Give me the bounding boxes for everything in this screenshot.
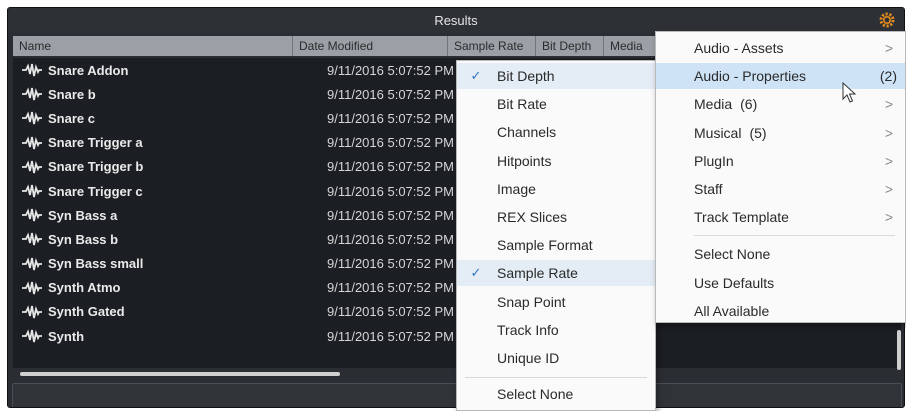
submenu-item-sample-format[interactable]: Sample Format: [457, 232, 655, 258]
audio-waveform-icon: [18, 111, 46, 125]
row-name: Snare b: [48, 86, 96, 102]
audio-waveform-icon: [18, 281, 46, 295]
submenu-item-channels[interactable]: Channels: [457, 119, 655, 145]
submenu-item-label: Unique ID: [497, 350, 560, 366]
audio-waveform-icon: [18, 136, 46, 150]
column-date-modified[interactable]: Date Modified: [293, 36, 448, 56]
chevron-right-icon: >: [884, 40, 893, 56]
audio-waveform-icon: [18, 257, 46, 271]
row-name: Snare Trigger b: [48, 159, 144, 175]
menu-item-audio-properties[interactable]: Audio - Properties (2): [656, 63, 905, 90]
chevron-right-icon: >: [884, 152, 893, 169]
menu-action-all-available[interactable]: All Available: [656, 298, 905, 324]
column-name[interactable]: Name: [13, 36, 293, 56]
vertical-scrollbar[interactable]: [897, 330, 901, 370]
menu-item-label: Staff: [694, 181, 723, 197]
row-name: Synth Atmo: [48, 280, 121, 296]
submenu-item-unique-id[interactable]: Unique ID: [457, 345, 655, 371]
submenu-item-label: Image: [497, 180, 536, 197]
title-bar: Results: [8, 8, 904, 33]
menu-item-label: Media (6): [694, 96, 758, 113]
menu-item-count: (6): [740, 96, 758, 113]
window-title: Results: [434, 13, 478, 28]
audio-waveform-icon: [18, 305, 46, 319]
column-bit-depth[interactable]: Bit Depth: [536, 36, 604, 56]
row-name: Snare c: [48, 110, 95, 126]
chevron-right-icon: >: [884, 96, 893, 113]
menu-item-plugin[interactable]: PlugIn >: [656, 148, 905, 174]
submenu-item-label: Snap Point: [497, 293, 566, 310]
menu-item-label: Track Template: [694, 209, 789, 226]
menu-item-label: Use Defaults: [694, 274, 775, 291]
submenu-item-image[interactable]: Image: [457, 176, 655, 202]
menu-action-use-defaults[interactable]: Use Defaults: [656, 270, 905, 296]
menu-item-audio-assets[interactable]: Audio - Assets >: [656, 35, 905, 61]
row-name: Syn Bass small: [48, 256, 144, 272]
submenu-item-label: Bit Rate: [497, 96, 547, 113]
audio-waveform-icon: [18, 160, 46, 174]
submenu-item-label: Hitpoints: [497, 152, 552, 169]
menu-item-label: Audio - Assets: [694, 40, 784, 56]
row-name: Snare Addon: [48, 62, 129, 78]
audio-waveform-icon: [18, 329, 46, 343]
checkmark-icon: ✓: [470, 265, 482, 281]
row-name: Snare Trigger c: [48, 183, 143, 199]
menu-item-musical[interactable]: Musical (5) >: [656, 120, 905, 146]
submenu-item-label: Track Info: [497, 321, 559, 338]
chevron-right-icon: >: [884, 181, 893, 197]
audio-waveform-icon: [18, 184, 46, 198]
properties-submenu: ✓ Bit Depth Bit Rate Channels Hitpoints Image…: [456, 60, 656, 411]
submenu-item-label: Sample Rate: [497, 265, 578, 282]
chevron-right-icon: >: [884, 209, 893, 226]
submenu-item-label: Channels: [497, 124, 557, 141]
submenu-item-rex-slices[interactable]: REX Slices: [457, 204, 655, 230]
submenu-item-hitpoints[interactable]: Hitpoints: [457, 148, 655, 174]
menu-item-track-template[interactable]: Track Template >: [656, 204, 905, 230]
chevron-right-icon: >: [884, 124, 893, 141]
audio-waveform-icon: [18, 208, 46, 222]
submenu-item-label: Sample Format: [497, 237, 593, 254]
submenu-item-track-info[interactable]: Track Info: [457, 317, 655, 343]
submenu-item-label: REX Slices: [497, 209, 568, 225]
audio-waveform-icon: [18, 87, 46, 101]
audio-waveform-icon: [18, 232, 46, 246]
row-name: Snare Trigger a: [48, 135, 143, 151]
menu-item-count: (5): [749, 124, 767, 141]
checkmark-icon: ✓: [470, 68, 482, 83]
submenu-item-label: Select None: [497, 386, 574, 403]
gear-icon[interactable]: [878, 11, 896, 29]
audio-waveform-icon: [18, 63, 46, 77]
menu-action-select-none[interactable]: Select None: [656, 241, 905, 267]
menu-item-label: Audio - Properties: [694, 68, 807, 85]
menu-divider: [465, 377, 647, 379]
menu-item-label: All Available: [694, 302, 770, 319]
submenu-item-snap-point[interactable]: Snap Point: [457, 289, 655, 315]
column-category-menu: Audio - Assets > Audio - Properties (2) Medi…: [655, 31, 906, 323]
submenu-item-sample-rate[interactable]: ✓ Sample Rate: [457, 260, 655, 287]
horizontal-scrollbar[interactable]: [20, 372, 340, 376]
submenu-item-bit-rate[interactable]: Bit Rate: [457, 91, 655, 117]
menu-item-media[interactable]: Media (6) >: [656, 91, 905, 117]
menu-item-label: Musical (5): [694, 124, 767, 141]
row-name: Syn Bass a: [48, 207, 118, 223]
row-name: Synth Gated: [48, 304, 125, 320]
menu-item-count: (2): [879, 68, 897, 85]
submenu-item-label: Bit Depth: [497, 68, 555, 84]
menu-item-label: PlugIn: [694, 152, 734, 169]
submenu-item-bit-depth[interactable]: ✓ Bit Depth: [457, 63, 655, 89]
column-sample-rate[interactable]: Sample Rate: [448, 36, 536, 56]
submenu-select-none[interactable]: Select None: [457, 381, 655, 407]
row-name: Synth: [48, 328, 85, 344]
menu-item-label: Select None: [694, 246, 771, 263]
menu-divider: [694, 235, 895, 237]
mouse-cursor-icon: [842, 82, 857, 103]
menu-item-staff[interactable]: Staff >: [656, 176, 905, 202]
row-name: Syn Bass b: [48, 231, 119, 247]
